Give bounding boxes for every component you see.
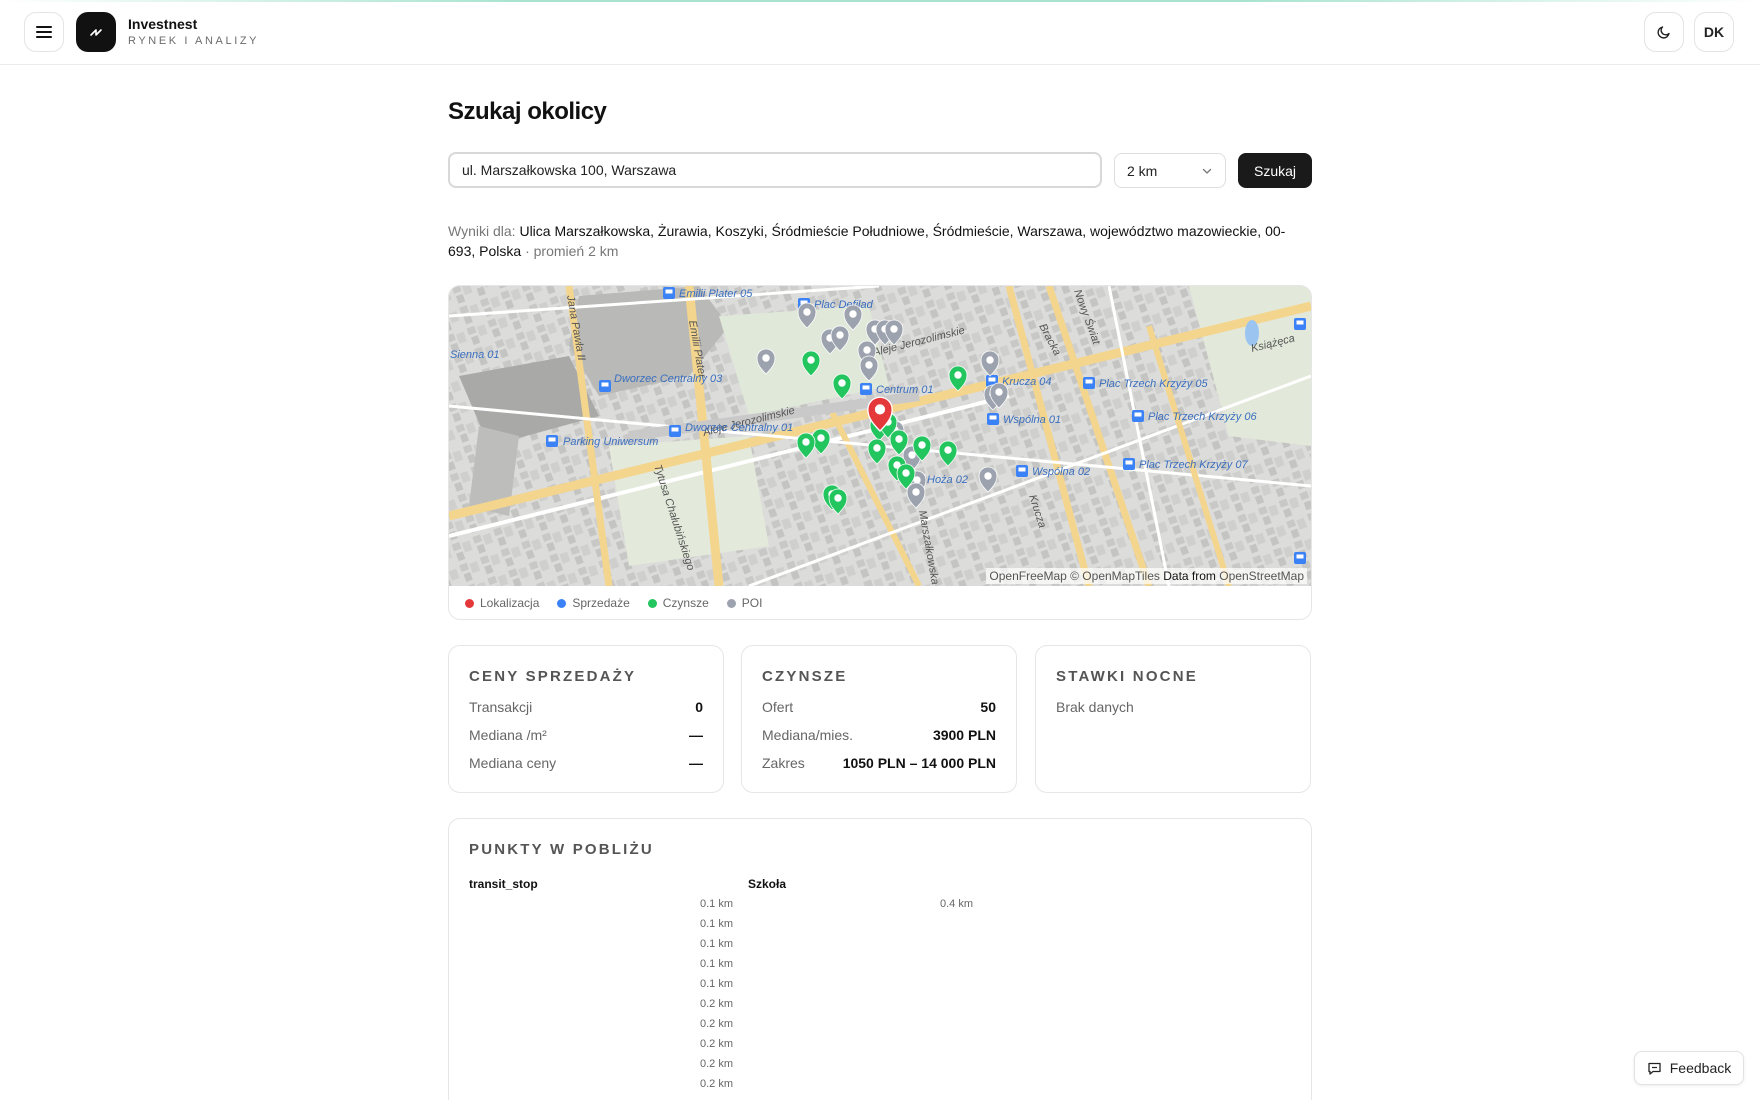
legend-rents: Czynsze bbox=[647, 596, 709, 610]
stat-value: 0 bbox=[695, 699, 703, 715]
nearby-distance: 0.1 km bbox=[699, 898, 733, 910]
rents-card: CZYNSZE Ofert 50 Mediana/mies. 3900 PLN … bbox=[741, 645, 1017, 793]
map-stop-wspolna-01: Wspólna 01 bbox=[1003, 414, 1061, 426]
sales-row-transactions: Transakcji 0 bbox=[469, 699, 703, 715]
map-stop-dworzec-centralny-01: Dworzec Centralny 01 bbox=[685, 422, 793, 434]
sales-row-median-price: Mediana ceny — bbox=[469, 755, 703, 771]
stat-label: Mediana ceny bbox=[469, 755, 557, 771]
brand-subtitle: RYNEK I ANALIZY bbox=[128, 35, 260, 47]
top-accent-line bbox=[0, 0, 1760, 2]
legend-sales: Sprzedaże bbox=[557, 596, 630, 610]
logo-icon bbox=[90, 29, 102, 36]
nearby-distance: 0.2 km bbox=[699, 1018, 733, 1030]
menu-button[interactable] bbox=[24, 12, 64, 52]
map-attribution-data: Data from bbox=[1163, 569, 1216, 583]
nearby-distance: 0.1 km bbox=[699, 958, 733, 970]
sales-prices-card: CENY SPRZEDAŻY Transakcji 0 Mediana /m² … bbox=[448, 645, 724, 793]
theme-toggle-button[interactable] bbox=[1644, 12, 1684, 52]
legend-rents-dot bbox=[647, 598, 657, 608]
stat-value: — bbox=[689, 755, 703, 771]
rents-card-title: CZYNSZE bbox=[762, 668, 848, 685]
nearby-points-card: PUNKTY W POBLIŻU transit_stop Szkoła 0.1… bbox=[448, 818, 1312, 1100]
stat-label: Ofert bbox=[762, 699, 794, 715]
map-stop-plac-trzech-krzyzy-05: Plac Trzech Krzyży 05 bbox=[1099, 378, 1208, 390]
brand-logo[interactable] bbox=[76, 12, 116, 52]
map-attribution-osm[interactable]: OpenStreetMap bbox=[1219, 569, 1304, 583]
map-stop-wspolna-02: Wspólna 02 bbox=[1032, 466, 1090, 478]
nearby-distance: 0.2 km bbox=[699, 998, 733, 1010]
rents-row-range: Zakres 1050 PLN – 14 000 PLN bbox=[762, 755, 996, 771]
feedback-button[interactable]: Feedback bbox=[1634, 1051, 1744, 1085]
empty-state-text: Brak danych bbox=[1056, 699, 1134, 715]
feedback-label: Feedback bbox=[1669, 1060, 1732, 1076]
legend-location-label: Lokalizacja bbox=[480, 596, 540, 610]
nightly-card-title: STAWKI NOCNE bbox=[1056, 668, 1198, 685]
results-radius: · promień 2 km bbox=[525, 243, 619, 259]
map-stop-parking-uniwersum: Parking Uniwersum bbox=[563, 436, 658, 448]
nearby-distance: 0.1 km bbox=[699, 938, 733, 950]
radius-select[interactable]: 2 km bbox=[1114, 153, 1226, 188]
stat-label: Mediana/mies. bbox=[762, 727, 854, 743]
stat-label: Mediana /m² bbox=[469, 727, 547, 743]
legend-rents-label: Czynsze bbox=[662, 596, 709, 610]
legend-poi-label: POI bbox=[741, 596, 763, 610]
legend-poi-dot bbox=[726, 598, 736, 608]
map-stop-krucza-04: Krucza 04 bbox=[1002, 376, 1052, 388]
map-attribution: OpenFreeMap © OpenMapTiles Data from Ope… bbox=[986, 568, 1307, 584]
map-attribution-tiles[interactable]: OpenFreeMap © OpenMapTiles bbox=[989, 569, 1159, 583]
sales-card-title: CENY SPRZEDAŻY bbox=[469, 668, 637, 685]
legend-sales-label: Sprzedaże bbox=[572, 596, 630, 610]
map-legend: Lokalizacja Sprzedaże Czynsze POI bbox=[465, 596, 762, 610]
stat-value: 3900 PLN bbox=[932, 727, 996, 743]
nearby-distance: 0.2 km bbox=[699, 1038, 733, 1050]
map-stop-hoza-02: Hoża 02 bbox=[927, 474, 968, 486]
legend-poi: POI bbox=[726, 596, 763, 610]
legend-sales-dot bbox=[557, 598, 567, 608]
map[interactable]: Aleje Jerozolimskie Aleje Jerozolimskie … bbox=[449, 286, 1311, 586]
map-stop-emilii-plater-05: Emilii Plater 05 bbox=[679, 288, 753, 300]
hamburger-icon bbox=[36, 26, 52, 38]
nearby-card-title: PUNKTY W POBLIŻU bbox=[469, 841, 654, 858]
moon-icon bbox=[1657, 26, 1670, 39]
nearby-distance: 0.4 km bbox=[939, 898, 973, 910]
map-stop-plac-trzech-krzyzy-06: Plac Trzech Krzyży 06 bbox=[1148, 411, 1257, 423]
map-stop-plac-defilad: Plac Defilad bbox=[814, 299, 874, 311]
stat-label: Zakres bbox=[762, 755, 805, 771]
legend-location-dot bbox=[465, 598, 474, 608]
map-card: Aleje Jerozolimskie Aleje Jerozolimskie … bbox=[448, 285, 1312, 620]
rents-row-offers: Ofert 50 bbox=[762, 699, 996, 715]
stat-value: — bbox=[689, 727, 703, 743]
nearby-distance: 0.1 km bbox=[699, 918, 733, 930]
search-button[interactable]: Szukaj bbox=[1238, 153, 1312, 188]
map-stop-centrum-01: Centrum 01 bbox=[876, 384, 933, 396]
nightly-rates-card: STAWKI NOCNE Brak danych bbox=[1035, 645, 1311, 793]
sales-row-median-m2: Mediana /m² — bbox=[469, 727, 703, 743]
address-search-input[interactable] bbox=[448, 152, 1102, 188]
stat-label: Transakcji bbox=[469, 699, 533, 715]
results-prefix: Wyniki dla: bbox=[448, 223, 516, 239]
nearby-distance: 0.1 km bbox=[699, 978, 733, 990]
map-stop-plac-trzech-krzyzy-07: Plac Trzech Krzyży 07 bbox=[1139, 459, 1248, 471]
message-icon bbox=[1648, 1062, 1661, 1075]
top-bar bbox=[0, 0, 1760, 65]
radius-select-value: 2 km bbox=[1127, 162, 1158, 179]
stat-value: 50 bbox=[980, 699, 996, 715]
nearby-distance: 0.2 km bbox=[699, 1078, 733, 1090]
rents-row-median: Mediana/mies. 3900 PLN bbox=[762, 727, 996, 743]
brand-name: Investnest bbox=[128, 16, 198, 32]
user-avatar[interactable]: DK bbox=[1694, 12, 1734, 52]
page-title: Szukaj okolicy bbox=[448, 98, 607, 125]
legend-location: Lokalizacja bbox=[465, 596, 539, 610]
results-summary: Wyniki dla: Ulica Marszałkowska, Żurawia… bbox=[448, 221, 1312, 261]
nearby-distance: 0.2 km bbox=[699, 1058, 733, 1070]
map-stop-sienna-01: Sienna 01 bbox=[450, 349, 500, 361]
nearby-column-title-school: Szkoła bbox=[748, 877, 787, 891]
map-stop-dworzec-centralny-03: Dworzec Centralny 03 bbox=[614, 373, 723, 385]
nearby-column-title-transit: transit_stop bbox=[469, 877, 538, 891]
stat-value: 1050 PLN – 14 000 PLN bbox=[842, 755, 996, 771]
nightly-empty-state: Brak danych bbox=[1056, 699, 1290, 715]
chevron-down-icon bbox=[1202, 168, 1212, 174]
